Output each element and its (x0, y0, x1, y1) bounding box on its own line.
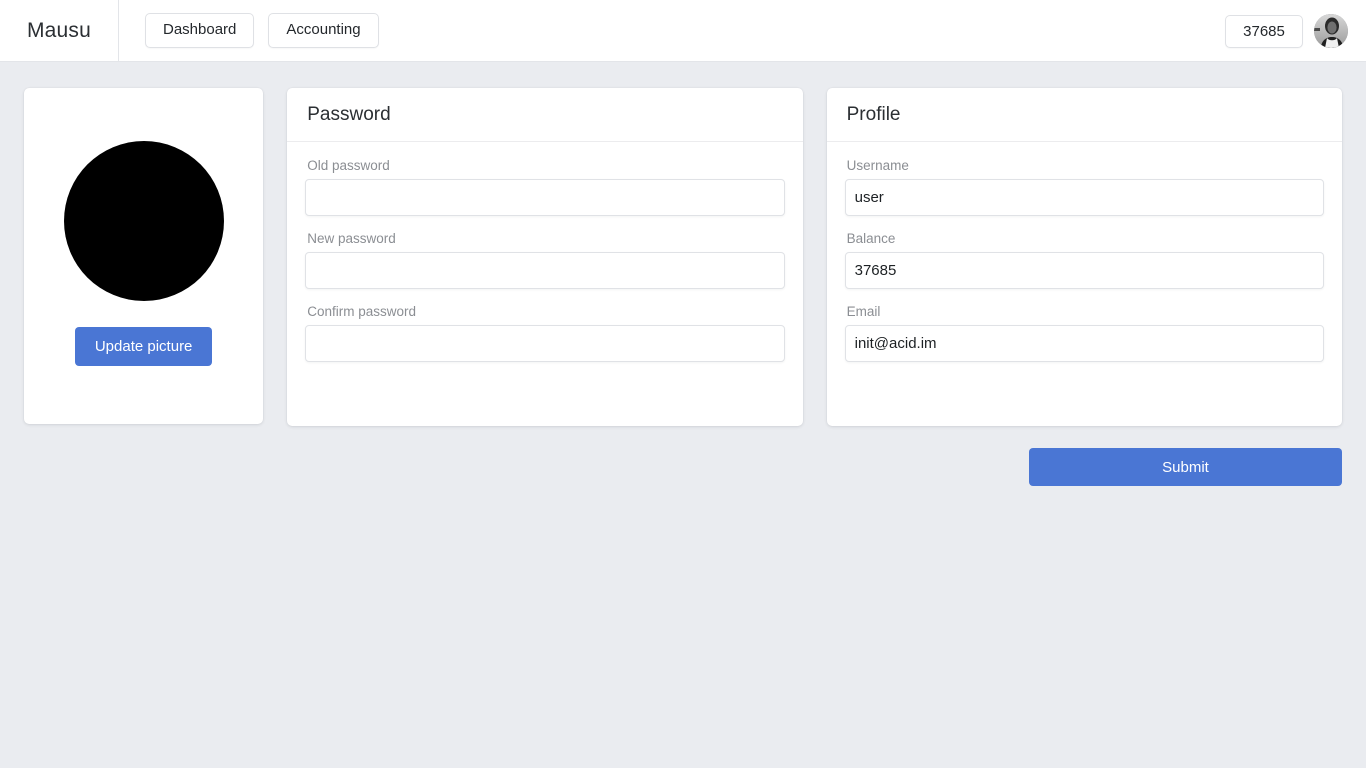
balance-label: Balance (846, 231, 896, 246)
settings-content: Update picture Password Old password New… (0, 62, 1366, 426)
old-password-input[interactable] (305, 179, 785, 216)
profile-card-title: Profile (846, 103, 901, 125)
field-username: Username (844, 158, 1324, 216)
field-new-password: New password (305, 231, 785, 289)
new-password-input[interactable] (305, 252, 785, 289)
nav-accounting-button[interactable]: Accounting (268, 13, 379, 48)
profile-picture-placeholder-icon[interactable] (63, 140, 224, 301)
username-label: Username (846, 158, 909, 173)
username-input[interactable] (844, 179, 1324, 216)
top-navbar: Mausu Dashboard Accounting 37685 (0, 0, 1366, 62)
brand-logo-text: Mausu (26, 18, 92, 42)
email-input[interactable] (844, 325, 1324, 362)
password-card-title: Password (307, 103, 391, 125)
confirm-password-label: Confirm password (307, 304, 417, 319)
profile-card-body: Username Balance Email (827, 142, 1342, 362)
navbar-right-group: 37685 (1225, 0, 1348, 62)
password-card-body: Old password New password Confirm passwo… (287, 142, 802, 362)
brand-cell: Mausu (0, 0, 119, 62)
field-balance: Balance (844, 231, 1324, 289)
submit-button[interactable]: Submit (1029, 448, 1342, 486)
primary-nav: Dashboard Accounting (119, 13, 379, 48)
confirm-password-input[interactable] (305, 325, 785, 362)
password-card-header: Password (287, 88, 803, 142)
nav-dashboard-button[interactable]: Dashboard (145, 13, 255, 48)
field-confirm-password: Confirm password (305, 304, 785, 362)
profile-card: Profile Username Balance Email (826, 88, 1342, 426)
field-old-password: Old password (305, 158, 785, 216)
old-password-label: Old password (307, 158, 390, 173)
balance-input[interactable] (844, 252, 1324, 289)
field-email: Email (844, 304, 1324, 362)
profile-card-header: Profile (826, 88, 1342, 142)
new-password-label: New password (307, 231, 396, 246)
update-picture-button[interactable]: Update picture (74, 326, 213, 366)
profile-picture-card: Update picture (24, 88, 264, 424)
user-avatar-icon[interactable] (1314, 14, 1348, 48)
submit-row: Submit (0, 426, 1366, 486)
email-label: Email (846, 304, 881, 319)
balance-badge[interactable]: 37685 (1225, 14, 1303, 48)
password-card: Password Old password New password Confi… (287, 88, 803, 426)
